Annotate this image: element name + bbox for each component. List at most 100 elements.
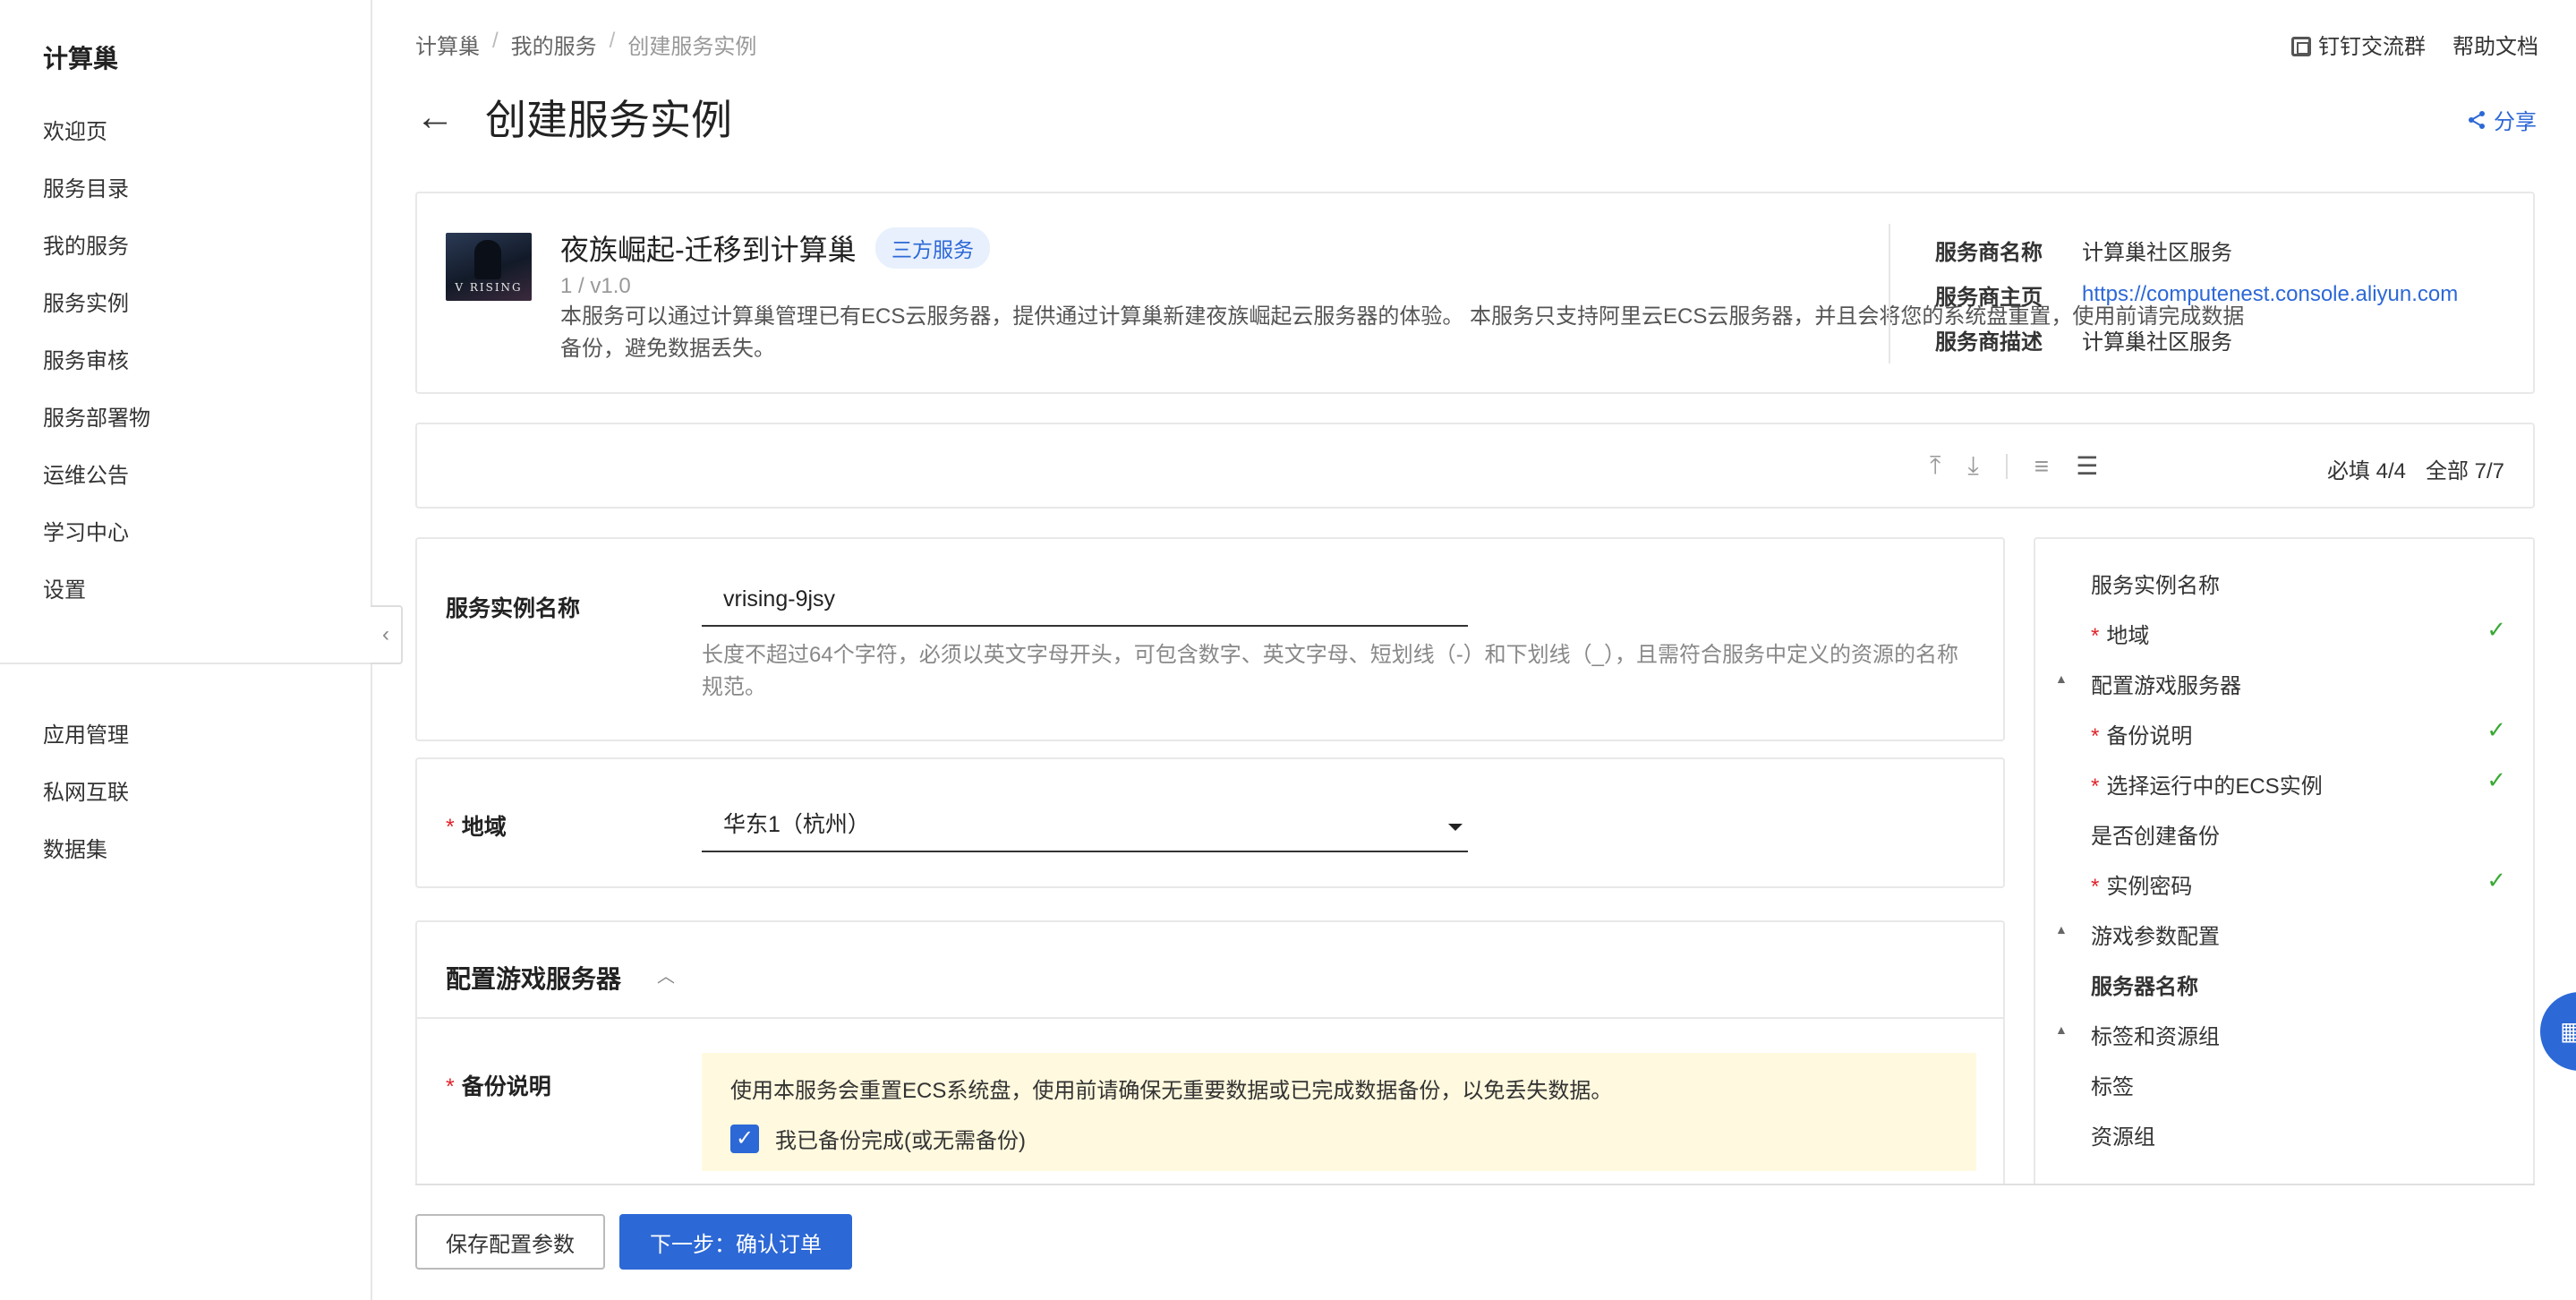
outline-item-tags-resource-group[interactable]: ▲ 标签和资源组 <box>2035 1006 2533 1056</box>
to-top-icon[interactable]: ⤒ <box>1930 451 1941 481</box>
sidebar-item-apps[interactable]: 应用管理 <box>0 716 371 774</box>
provider-info: 服务商名称 计算巢社区服务 服务商主页 https://computenest.co… <box>1935 227 2458 362</box>
sidebar-item-datasets[interactable]: 数据集 <box>0 831 371 888</box>
outline-item-label: 服务器名称 <box>2091 975 2198 999</box>
region-select-value: 华东1（杭州） <box>723 812 870 837</box>
back-arrow-icon[interactable]: ← <box>415 95 469 140</box>
sidebar-item-welcome[interactable]: 欢迎页 <box>0 113 371 170</box>
logo-text: V RISING <box>455 281 523 294</box>
share-icon <box>2469 110 2485 129</box>
save-config-button[interactable]: 保存配置参数 <box>415 1214 605 1270</box>
checkbox-checked-icon[interactable]: ✓ <box>730 1124 759 1153</box>
sidebar-item-catalog[interactable]: 服务目录 <box>0 170 371 227</box>
instance-name-panel: 服务实例名称 vrising-9jsy 长度不超过64个字符，必须以英文字母开头… <box>415 537 2005 741</box>
section-header[interactable]: 配置游戏服务器 ︿ <box>417 922 2003 1019</box>
outline-item-server-name[interactable]: 服务器名称 <box>2035 956 2533 1006</box>
breadcrumb-separator: / <box>609 29 616 53</box>
service-type-badge: 三方服务 <box>875 227 990 269</box>
footer-divider <box>415 1184 2535 1185</box>
sidebar: 计算巢 欢迎页 服务目录 我的服务 服务实例 服务审核 服务部署物 运维公告 学… <box>0 0 372 1300</box>
region-select[interactable]: 华东1（杭州） <box>702 802 1468 852</box>
backup-confirm-checkbox[interactable]: ✓ 我已备份完成(或无需备份) <box>730 1123 1026 1154</box>
outline-item-create-backup[interactable]: 是否创建备份 <box>2035 806 2533 856</box>
download-icon[interactable]: ⤓ <box>1967 451 1978 481</box>
outline-item-game-params[interactable]: ▲ 游戏参数配置 <box>2035 906 2533 956</box>
top-links: 钉钉交流群 帮助文档 <box>2291 29 2538 60</box>
outline-item-game-server[interactable]: ▲ 配置游戏服务器 <box>2035 655 2533 706</box>
breadcrumb-item-my-services[interactable]: 我的服务 <box>511 29 597 60</box>
provider-name-value: 计算巢社区服务 <box>2082 240 2232 265</box>
form-toolbar: ⤒ ⤓ ≡ ☰ 必填 4/4 全部 7/7 <box>415 423 2535 509</box>
outline-item-password[interactable]: * 实例密码 ✓ <box>2035 856 2533 906</box>
required-mark: * <box>446 1074 455 1099</box>
breadcrumb-item-current: 创建服务实例 <box>627 35 757 59</box>
backup-label: * 备份说明 <box>446 1069 551 1101</box>
logo-figure <box>474 240 501 279</box>
total-count: 全部 7/7 <box>2425 459 2504 483</box>
caret-up-icon[interactable]: ▲ <box>2055 922 2068 937</box>
provider-desc-value: 计算巢社区服务 <box>2082 329 2232 355</box>
breadcrumb-item-home[interactable]: 计算巢 <box>415 29 480 60</box>
wrap-icon[interactable]: ≡ <box>2034 452 2049 481</box>
sidebar-item-artifacts[interactable]: 服务部署物 <box>0 399 371 457</box>
instance-name-input[interactable]: vrising-9jsy <box>702 577 1468 627</box>
outline-item-label: * 地域 <box>2091 624 2150 648</box>
share-button[interactable]: 分享 <box>2467 104 2537 135</box>
next-confirm-order-button[interactable]: 下一步：确认订单 <box>619 1214 852 1270</box>
region-panel: * 地域 华东1（杭州） <box>415 757 2005 888</box>
check-icon: ✓ <box>2486 766 2506 793</box>
dingtalk-group-link[interactable]: 钉钉交流群 <box>2291 29 2426 60</box>
provider-home-label: 服务商主页 <box>1935 285 2043 310</box>
region-label: * 地域 <box>446 809 507 842</box>
chevron-up-icon[interactable]: ︿ <box>657 962 675 988</box>
dingtalk-group-label: 钉钉交流群 <box>2318 35 2426 59</box>
outline-item-instance-name[interactable]: 服务实例名称 <box>2035 555 2533 605</box>
sidebar-item-private-link[interactable]: 私网互联 <box>0 774 371 831</box>
sidebar-brand: 计算巢 <box>43 45 119 73</box>
apps-grid-icon: ▦ <box>2560 1017 2576 1045</box>
outline-item-label: 是否创建备份 <box>2091 825 2220 849</box>
service-version: 1 / v1.0 <box>560 274 631 298</box>
outline-item-label: 配置游戏服务器 <box>2091 674 2241 698</box>
outline-item-label: * 选择运行中的ECS实例 <box>2091 774 2323 799</box>
sidebar-item-announcements[interactable]: 运维公告 <box>0 457 371 514</box>
sidebar-item-instances[interactable]: 服务实例 <box>0 285 371 342</box>
outline-item-region[interactable]: * 地域 ✓ <box>2035 605 2533 655</box>
chevron-left-icon: ‹ <box>382 622 389 646</box>
sidebar-item-learning[interactable]: 学习中心 <box>0 514 371 571</box>
sidebar-item-settings[interactable]: 设置 <box>0 571 371 629</box>
form-outline: 服务实例名称 * 地域 ✓ ▲ 配置游戏服务器 * 备份说明 ✓ * 选择运行中的ECS实例… <box>2034 537 2535 1185</box>
outline-item-label: 标签和资源组 <box>2091 1025 2220 1049</box>
section-title: 配置游戏服务器 <box>446 965 622 993</box>
card-divider <box>1889 224 1890 363</box>
backup-confirm-label: 我已备份完成(或无需备份) <box>775 1129 1026 1153</box>
qrcode-icon <box>2291 37 2311 56</box>
service-card: V RISING 夜族崛起-迁移到计算巢 三方服务 1 / v1.0 本服务可以… <box>415 192 2535 394</box>
sidebar-nav: 欢迎页 服务目录 我的服务 服务实例 服务审核 服务部署物 运维公告 学习中心 … <box>0 113 371 629</box>
backup-notice-text: 使用本服务会重置ECS系统盘，使用前请确保无重要数据或已完成数据备份，以免丢失数… <box>730 1079 1613 1103</box>
caret-up-icon[interactable]: ▲ <box>2055 671 2068 686</box>
check-icon: ✓ <box>2486 867 2506 894</box>
outline-item-resource-group[interactable]: 资源组 <box>2035 1107 2533 1157</box>
outline-item-tags[interactable]: 标签 <box>2035 1056 2533 1107</box>
sidebar-collapse-button[interactable]: ‹ <box>371 605 403 664</box>
game-server-panel: 配置游戏服务器 ︿ * 备份说明 使用本服务会重置ECS系统盘，使用前请确保无重要… <box>415 920 2005 1185</box>
sidebar-item-my-services[interactable]: 我的服务 <box>0 227 371 285</box>
breadcrumb: 计算巢 / 我的服务 / 创建服务实例 <box>415 29 756 60</box>
outline-item-label: * 备份说明 <box>2091 724 2193 748</box>
check-icon: ✓ <box>2486 716 2506 743</box>
help-docs-link[interactable]: 帮助文档 <box>2452 29 2538 60</box>
sidebar-nav-secondary: 应用管理 私网互联 数据集 <box>0 716 371 888</box>
caret-up-icon[interactable]: ▲ <box>2055 1022 2068 1037</box>
breadcrumb-separator: / <box>492 29 499 53</box>
fill-counts: 必填 4/4 全部 7/7 <box>2327 453 2504 484</box>
service-logo: V RISING <box>446 233 532 301</box>
list-icon[interactable]: ☰ <box>2076 451 2098 481</box>
outline-item-ecs-instance[interactable]: * 选择运行中的ECS实例 ✓ <box>2035 756 2533 806</box>
floating-apps-button[interactable]: ▦ <box>2540 992 2576 1071</box>
share-label: 分享 <box>2494 110 2537 134</box>
toolbar-separator <box>2005 453 2008 479</box>
outline-item-backup[interactable]: * 备份说明 ✓ <box>2035 706 2533 756</box>
provider-home-link[interactable]: https://computenest.console.aliyun.com <box>2082 282 2458 307</box>
sidebar-item-review[interactable]: 服务审核 <box>0 342 371 399</box>
